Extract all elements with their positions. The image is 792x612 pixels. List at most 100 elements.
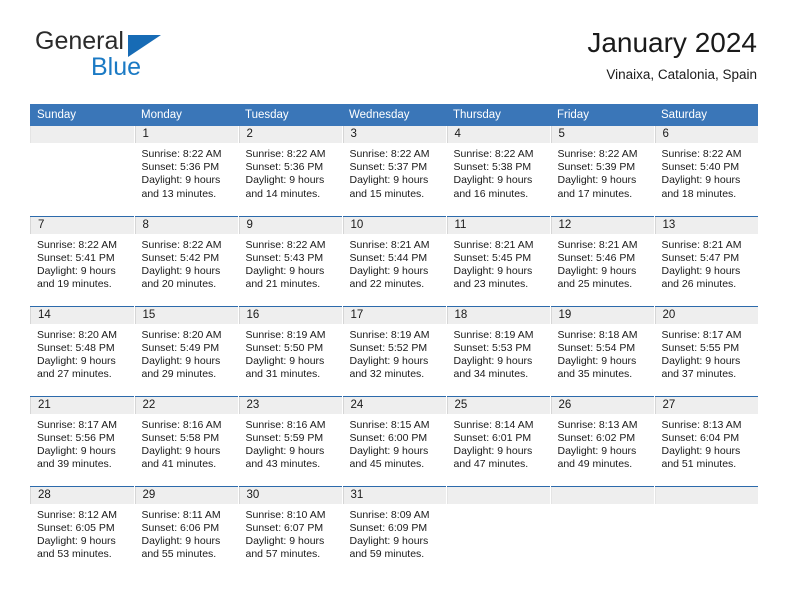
weekday-header-wednesday: Wednesday [342,104,446,126]
daylight-duration-line1: Daylight: 9 hours [37,534,116,547]
calendar-day-cell[interactable]: 1 Sunrise: 8:22 AM Sunset: 5:36 PM Daylight… [134,126,239,216]
sunrise-time: Sunrise: 8:16 AM [141,418,222,431]
day-number: 8 [134,216,238,234]
daylight-duration-line2: and 27 minutes. [37,368,112,381]
title-block: January 2024 Vinaixa, Catalonia, Spain [587,26,757,83]
calendar-day-cell[interactable]: 25 Sunrise: 8:14 AM Sunset: 6:01 PM Dayligh… [446,395,551,486]
daylight-duration-line1: Daylight: 9 hours [141,444,221,457]
daylight-duration-line1: Daylight: 9 hours [557,444,637,457]
day-details: Sunrise: 8:11 AM Sunset: 6:06 PM Daylight:… [135,504,238,562]
logo-text-blue: Blue [91,53,142,81]
day-number: 9 [238,216,342,234]
daylight-duration-line2: and 22 minutes. [349,278,425,291]
daylight-duration-line2: and 45 minutes. [349,458,425,471]
calendar-day-cell[interactable]: 9 Sunrise: 8:22 AM Sunset: 5:43 PM Daylight… [238,215,343,306]
daylight-duration-line1: Daylight: 9 hours [37,354,116,367]
daylight-duration-line1: Daylight: 9 hours [245,174,325,187]
day-details: Sunrise: 8:14 AM Sunset: 6:01 PM Daylight:… [447,414,550,472]
calendar-day-cell[interactable]: 12 Sunrise: 8:21 AM Sunset: 5:46 PM Dayligh… [550,215,655,306]
calendar-day-cell[interactable]: 13 Sunrise: 8:21 AM Sunset: 5:47 PM Dayligh… [654,215,758,306]
sunrise-time: Sunrise: 8:13 AM [661,418,742,431]
day-details: Sunrise: 8:22 AM Sunset: 5:40 PM Daylight:… [655,143,759,201]
daylight-duration-line1: Daylight: 9 hours [349,174,429,187]
day-number [550,486,654,504]
sunrise-time: Sunrise: 8:17 AM [37,418,117,431]
sunset-time: Sunset: 5:38 PM [453,161,532,174]
sunrise-time: Sunrise: 8:13 AM [557,418,638,431]
sunset-time: Sunset: 6:05 PM [37,521,115,534]
day-number [654,486,758,504]
calendar-day-cell[interactable]: 19 Sunrise: 8:18 AM Sunset: 5:54 PM Dayligh… [550,305,655,396]
sunset-time: Sunset: 5:43 PM [245,251,324,264]
calendar-day-cell[interactable]: 10 Sunrise: 8:21 AM Sunset: 5:44 PM Dayligh… [342,215,447,306]
daylight-duration-line2: and 13 minutes. [141,187,217,200]
calendar-empty-cell [30,126,135,216]
day-details: Sunrise: 8:15 AM Sunset: 6:00 PM Daylight:… [343,414,446,472]
daylight-duration-line1: Daylight: 9 hours [141,354,221,367]
sunset-time: Sunset: 5:45 PM [453,251,532,264]
sunrise-time: Sunrise: 8:15 AM [349,418,430,431]
calendar-day-cell[interactable]: 20 Sunrise: 8:17 AM Sunset: 5:55 PM Dayligh… [654,305,758,396]
day-number: 10 [342,216,446,234]
day-number: 15 [134,306,238,324]
calendar-day-cell[interactable]: 2 Sunrise: 8:22 AM Sunset: 5:36 PM Daylight… [238,126,343,216]
calendar-day-cell[interactable]: 11 Sunrise: 8:21 AM Sunset: 5:45 PM Dayligh… [446,215,551,306]
calendar-day-cell[interactable]: 23 Sunrise: 8:16 AM Sunset: 5:59 PM Dayligh… [238,395,343,486]
page-header: General Blue January 2024 Vinaixa, Catal… [35,26,757,96]
day-number: 1 [134,126,238,143]
day-number: 31 [342,486,446,504]
calendar-day-cell[interactable]: 29 Sunrise: 8:11 AM Sunset: 6:06 PM Dayligh… [134,485,239,576]
calendar-day-cell[interactable]: 21 Sunrise: 8:17 AM Sunset: 5:56 PM Dayligh… [30,395,135,486]
calendar-day-cell[interactable]: 17 Sunrise: 8:19 AM Sunset: 5:52 PM Dayligh… [342,305,447,396]
calendar-day-cell[interactable]: 28 Sunrise: 8:12 AM Sunset: 6:05 PM Dayligh… [30,485,135,576]
day-number: 28 [30,486,134,504]
day-number: 3 [342,126,446,143]
day-number: 16 [238,306,342,324]
calendar-day-cell[interactable]: 3 Sunrise: 8:22 AM Sunset: 5:37 PM Daylight… [342,126,447,216]
daylight-duration-line1: Daylight: 9 hours [661,174,741,187]
daylight-duration-line2: and 23 minutes. [453,278,529,291]
general-blue-logo[interactable]: General Blue [35,26,235,88]
day-details: Sunrise: 8:22 AM Sunset: 5:42 PM Daylight:… [135,234,238,292]
sunrise-time: Sunrise: 8:19 AM [245,328,326,341]
calendar-day-cell[interactable]: 5 Sunrise: 8:22 AM Sunset: 5:39 PM Daylight… [550,126,655,216]
calendar-empty-cell [654,485,758,576]
sunset-time: Sunset: 6:07 PM [245,521,324,534]
calendar-day-cell[interactable]: 22 Sunrise: 8:16 AM Sunset: 5:58 PM Dayligh… [134,395,239,486]
calendar-day-cell[interactable]: 4 Sunrise: 8:22 AM Sunset: 5:38 PM Daylight… [446,126,551,216]
day-details: Sunrise: 8:22 AM Sunset: 5:38 PM Daylight:… [447,143,550,201]
calendar-week-row: 21 Sunrise: 8:17 AM Sunset: 5:56 PM Dayligh… [30,395,758,486]
calendar-day-cell[interactable]: 6 Sunrise: 8:22 AM Sunset: 5:40 PM Daylight… [654,126,758,216]
sunset-time: Sunset: 5:39 PM [557,161,636,174]
calendar-day-cell[interactable]: 8 Sunrise: 8:22 AM Sunset: 5:42 PM Daylight… [134,215,239,306]
day-details: Sunrise: 8:22 AM Sunset: 5:36 PM Daylight:… [239,143,342,201]
daylight-duration-line2: and 34 minutes. [453,368,529,381]
calendar-day-cell[interactable]: 30 Sunrise: 8:10 AM Sunset: 6:07 PM Dayligh… [238,485,343,576]
calendar-day-cell[interactable]: 31 Sunrise: 8:09 AM Sunset: 6:09 PM Dayligh… [342,485,447,576]
calendar-day-cell[interactable]: 24 Sunrise: 8:15 AM Sunset: 6:00 PM Dayligh… [342,395,447,486]
day-details: Sunrise: 8:18 AM Sunset: 5:54 PM Daylight:… [551,324,654,382]
daylight-duration-line2: and 19 minutes. [37,278,112,291]
calendar-day-cell[interactable]: 18 Sunrise: 8:19 AM Sunset: 5:53 PM Dayligh… [446,305,551,396]
daylight-duration-line1: Daylight: 9 hours [557,264,637,277]
daylight-duration-line2: and 21 minutes. [245,278,321,291]
daylight-duration-line1: Daylight: 9 hours [453,354,533,367]
calendar-day-cell[interactable]: 14 Sunrise: 8:20 AM Sunset: 5:48 PM Dayligh… [30,305,135,396]
day-number: 23 [238,396,342,414]
day-number: 30 [238,486,342,504]
calendar-day-cell[interactable]: 26 Sunrise: 8:13 AM Sunset: 6:02 PM Dayligh… [550,395,655,486]
daylight-duration-line2: and 14 minutes. [245,187,321,200]
daylight-duration-line2: and 31 minutes. [245,368,321,381]
calendar-day-cell[interactable]: 27 Sunrise: 8:13 AM Sunset: 6:04 PM Dayligh… [654,395,758,486]
daylight-duration-line1: Daylight: 9 hours [349,444,429,457]
calendar-day-cell[interactable]: 15 Sunrise: 8:20 AM Sunset: 5:49 PM Dayligh… [134,305,239,396]
calendar-day-cell[interactable]: 16 Sunrise: 8:19 AM Sunset: 5:50 PM Dayligh… [238,305,343,396]
daylight-duration-line2: and 15 minutes. [349,187,425,200]
day-number: 12 [550,216,654,234]
day-number: 7 [30,216,134,234]
calendar-day-cell[interactable]: 7 Sunrise: 8:22 AM Sunset: 5:41 PM Daylight… [30,215,135,306]
calendar-empty-cell [446,485,551,576]
calendar-week-row: 28 Sunrise: 8:12 AM Sunset: 6:05 PM Dayligh… [30,485,758,576]
daylight-duration-line1: Daylight: 9 hours [141,534,221,547]
day-number [30,126,134,143]
